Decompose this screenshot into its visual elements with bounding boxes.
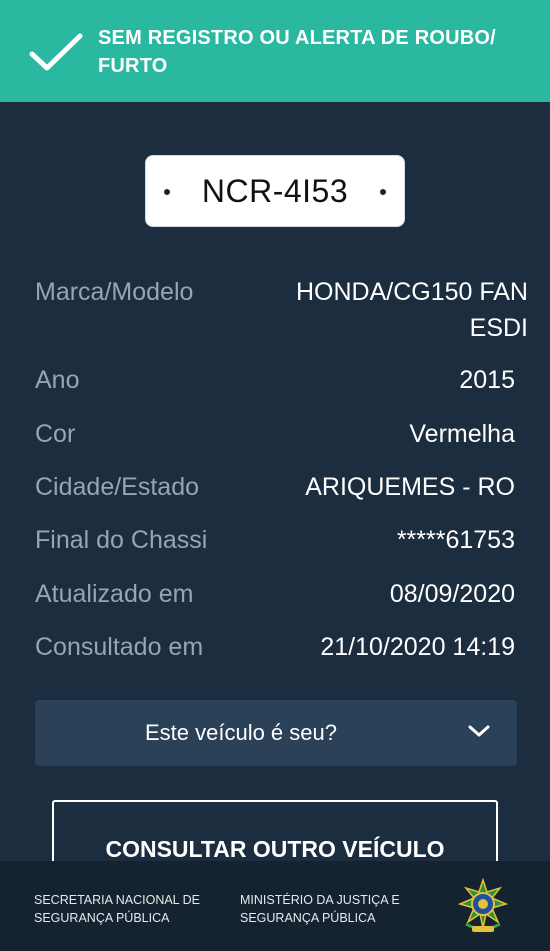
status-message-line1: SEM REGISTRO OU ALERTA DE ROUBO/ [98,27,496,49]
footer-org-line: SEGURANÇA PÚBLICA [240,911,376,925]
plate-number: NCR-4I53 [201,172,349,209]
footer-org-ministry: MINISTÉRIO DA JUSTIÇA E SEGURANÇA PÚBLIC… [240,891,400,927]
info-label: Atualizado em [35,580,194,608]
info-label: Cor [35,420,76,448]
chevron-down-icon[interactable] [467,722,491,740]
info-label: Cidade/Estado [35,473,200,501]
status-banner: SEM REGISTRO OU ALERTA DE ROUBO/ FURTO [0,0,550,102]
license-plate: NCR-4I53 [145,155,405,227]
info-label: Final do Chassi [35,526,208,554]
info-value: *****61753 [396,526,515,554]
info-label: Consultado em [35,633,204,661]
info-row-brand-model: Marca/Modelo HONDA/CG150 FAN ESDI [0,274,550,346]
info-value: 2015 [459,366,515,394]
info-value: Vermelha [409,420,515,448]
footer-org-line: MINISTÉRIO DA JUSTIÇA E [240,893,400,907]
check-icon [29,33,83,71]
brazil-coat-of-arms-icon [457,878,509,932]
info-value: ARIQUEMES - RO [305,473,515,501]
info-value: 08/09/2020 [389,580,515,608]
footer-org-line: SEGURANÇA PÚBLICA [34,911,170,925]
info-label: Ano [35,366,80,394]
info-value-line1: HONDA/CG150 FAN [295,278,528,306]
status-message: SEM REGISTRO OU ALERTA DE ROUBO/ FURTO [98,24,538,80]
footer-org-senasp: SECRETARIA NACIONAL DE SEGURANÇA PÚBLICA [34,891,200,927]
ownership-question: Este veículo é seu? [144,720,337,745]
ownership-accordion[interactable]: Este veículo é seu? [35,700,517,766]
info-value: HONDA/CG150 FAN ESDI [258,274,528,346]
plate-bolt-left [164,189,170,195]
info-value: 21/10/2020 14:19 [320,633,515,661]
status-message-line2: FURTO [98,55,168,77]
info-value-line2: ESDI [469,314,528,342]
plate-bolt-right [380,189,386,195]
info-label: Marca/Modelo [35,278,194,306]
footer-org-line: SECRETARIA NACIONAL DE [34,893,201,907]
